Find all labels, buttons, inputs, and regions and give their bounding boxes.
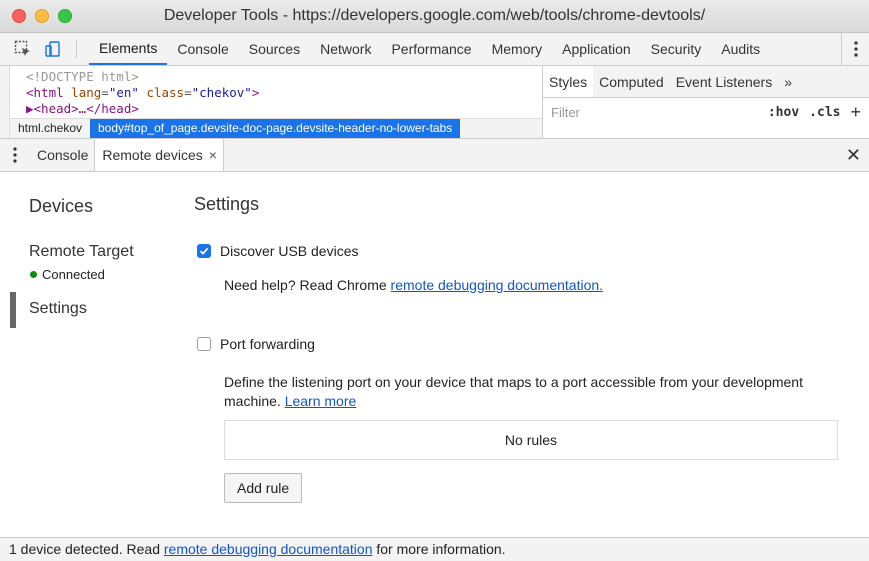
status-label: Connected — [42, 267, 105, 282]
drawer-menu-icon[interactable] — [0, 139, 30, 171]
tab-console[interactable]: Console — [167, 33, 238, 65]
settings-title: Settings — [194, 194, 260, 214]
tab-network[interactable]: Network — [310, 33, 381, 65]
add-rule-button[interactable]: Add rule — [224, 473, 303, 503]
help-prefix: Need help? Read Chrome — [224, 277, 391, 293]
no-rules-text: No rules — [504, 432, 558, 448]
main-tab-bar: Elements Console Sources Network Perform… — [0, 33, 869, 66]
panel-left-edge — [0, 66, 10, 138]
sidebar-item-settings[interactable]: Settings — [29, 300, 87, 318]
selected-item-marker — [10, 292, 16, 328]
styles-pane: Styles Computed Event Listeners » Filter… — [542, 66, 869, 138]
attr-class-value: "chekov" — [191, 85, 252, 100]
remote-devices-panel: Devices Remote Target Connected Settings… — [0, 172, 869, 537]
zoom-window-button[interactable] — [58, 9, 72, 23]
footer-suffix: for more information. — [372, 541, 506, 557]
tab-elements[interactable]: Elements — [89, 33, 168, 65]
tab-sources[interactable]: Sources — [239, 33, 310, 65]
tab-event-listeners[interactable]: Event Listeners — [670, 66, 779, 97]
tab-computed[interactable]: Computed — [593, 66, 670, 97]
customize-menu-icon[interactable] — [841, 33, 869, 65]
drawer-tab-console[interactable]: Console — [30, 139, 94, 171]
drawer-tab-bar: Console Remote devices × ✕ — [0, 138, 869, 172]
minimize-window-button[interactable] — [35, 9, 49, 23]
tab-security[interactable]: Security — [641, 33, 712, 65]
styles-filter-row: Filter :hov .cls + — [543, 98, 869, 126]
drawer-tab-remote-devices[interactable]: Remote devices × — [94, 139, 224, 171]
device-toolbar-icon[interactable] — [42, 33, 64, 65]
styles-tab-bar: Styles Computed Event Listeners » — [543, 66, 869, 98]
new-style-rule-icon[interactable]: + — [850, 102, 861, 123]
attr-lang-value: "en" — [108, 85, 139, 100]
dom-html-node[interactable]: <html lang="en" class="chekov"> — [26, 85, 542, 101]
tag-open: < — [26, 85, 34, 100]
breadcrumb-html[interactable]: html.chekov — [10, 119, 90, 138]
discover-usb-label: Discover USB devices — [220, 243, 359, 259]
tab-application[interactable]: Application — [552, 33, 641, 65]
inspect-element-icon[interactable] — [12, 33, 34, 65]
panel-tabs: Elements Console Sources Network Perform… — [89, 33, 770, 65]
rules-list: No rules — [224, 420, 838, 460]
more-tabs-icon[interactable]: » — [778, 66, 798, 97]
sidebar-item-remote-target[interactable]: Remote Target — [29, 243, 134, 261]
attr-class: class — [146, 85, 185, 100]
tag-name: html — [33, 85, 64, 100]
remote-debugging-docs-link[interactable]: remote debugging documentation. — [391, 277, 603, 293]
discover-usb-checkbox[interactable] — [197, 244, 211, 258]
toolbar-divider — [76, 40, 77, 58]
tab-performance[interactable]: Performance — [381, 33, 481, 65]
footer-prefix: 1 device detected. Read — [9, 541, 164, 557]
drawer-tab-label: Remote devices — [102, 147, 203, 163]
sidebar-title: Devices — [29, 196, 94, 216]
tag-close: > — [251, 85, 260, 100]
dom-head-node[interactable]: ▶<head>…</head> — [26, 101, 542, 117]
attr-lang: lang — [71, 85, 102, 100]
settings-main: Settings Discover USB devices Need help?… — [194, 172, 854, 537]
connection-status: Connected — [30, 267, 105, 282]
close-drawer-icon[interactable]: ✕ — [846, 145, 861, 166]
port-forwarding-row[interactable]: Port forwarding — [197, 336, 315, 352]
discover-usb-row[interactable]: Discover USB devices — [197, 243, 359, 259]
window-titlebar: Developer Tools - https://developers.goo… — [0, 0, 869, 33]
devices-sidebar: Devices Remote Target Connected Settings — [0, 172, 176, 537]
dom-doctype: <!DOCTYPE html> — [26, 69, 139, 84]
close-tab-icon[interactable]: × — [209, 147, 217, 163]
port-forwarding-description: Define the listening port on your device… — [224, 373, 844, 411]
status-footer: 1 device detected. Read remote debugging… — [0, 537, 869, 561]
tab-memory[interactable]: Memory — [482, 33, 553, 65]
connected-dot-icon — [30, 271, 37, 278]
breadcrumb-body[interactable]: body#top_of_page.devsite-doc-page.devsit… — [90, 119, 461, 138]
tab-styles[interactable]: Styles — [543, 66, 594, 97]
breadcrumb: html.chekov body#top_of_page.devsite-doc… — [10, 118, 542, 138]
close-window-button[interactable] — [12, 9, 26, 23]
port-forwarding-checkbox[interactable] — [197, 337, 211, 351]
learn-more-link[interactable]: Learn more — [285, 393, 357, 409]
window-title: Developer Tools - https://developers.goo… — [163, 7, 706, 24]
cls-toggle[interactable]: .cls — [809, 105, 840, 120]
tab-audits[interactable]: Audits — [711, 33, 770, 65]
hov-toggle[interactable]: :hov — [768, 105, 799, 120]
footer-docs-link[interactable]: remote debugging documentation — [164, 541, 373, 557]
styles-filter-input[interactable]: Filter — [551, 105, 758, 120]
port-forwarding-label: Port forwarding — [220, 336, 315, 352]
window-controls — [12, 9, 72, 23]
help-text: Need help? Read Chrome remote debugging … — [224, 277, 603, 293]
